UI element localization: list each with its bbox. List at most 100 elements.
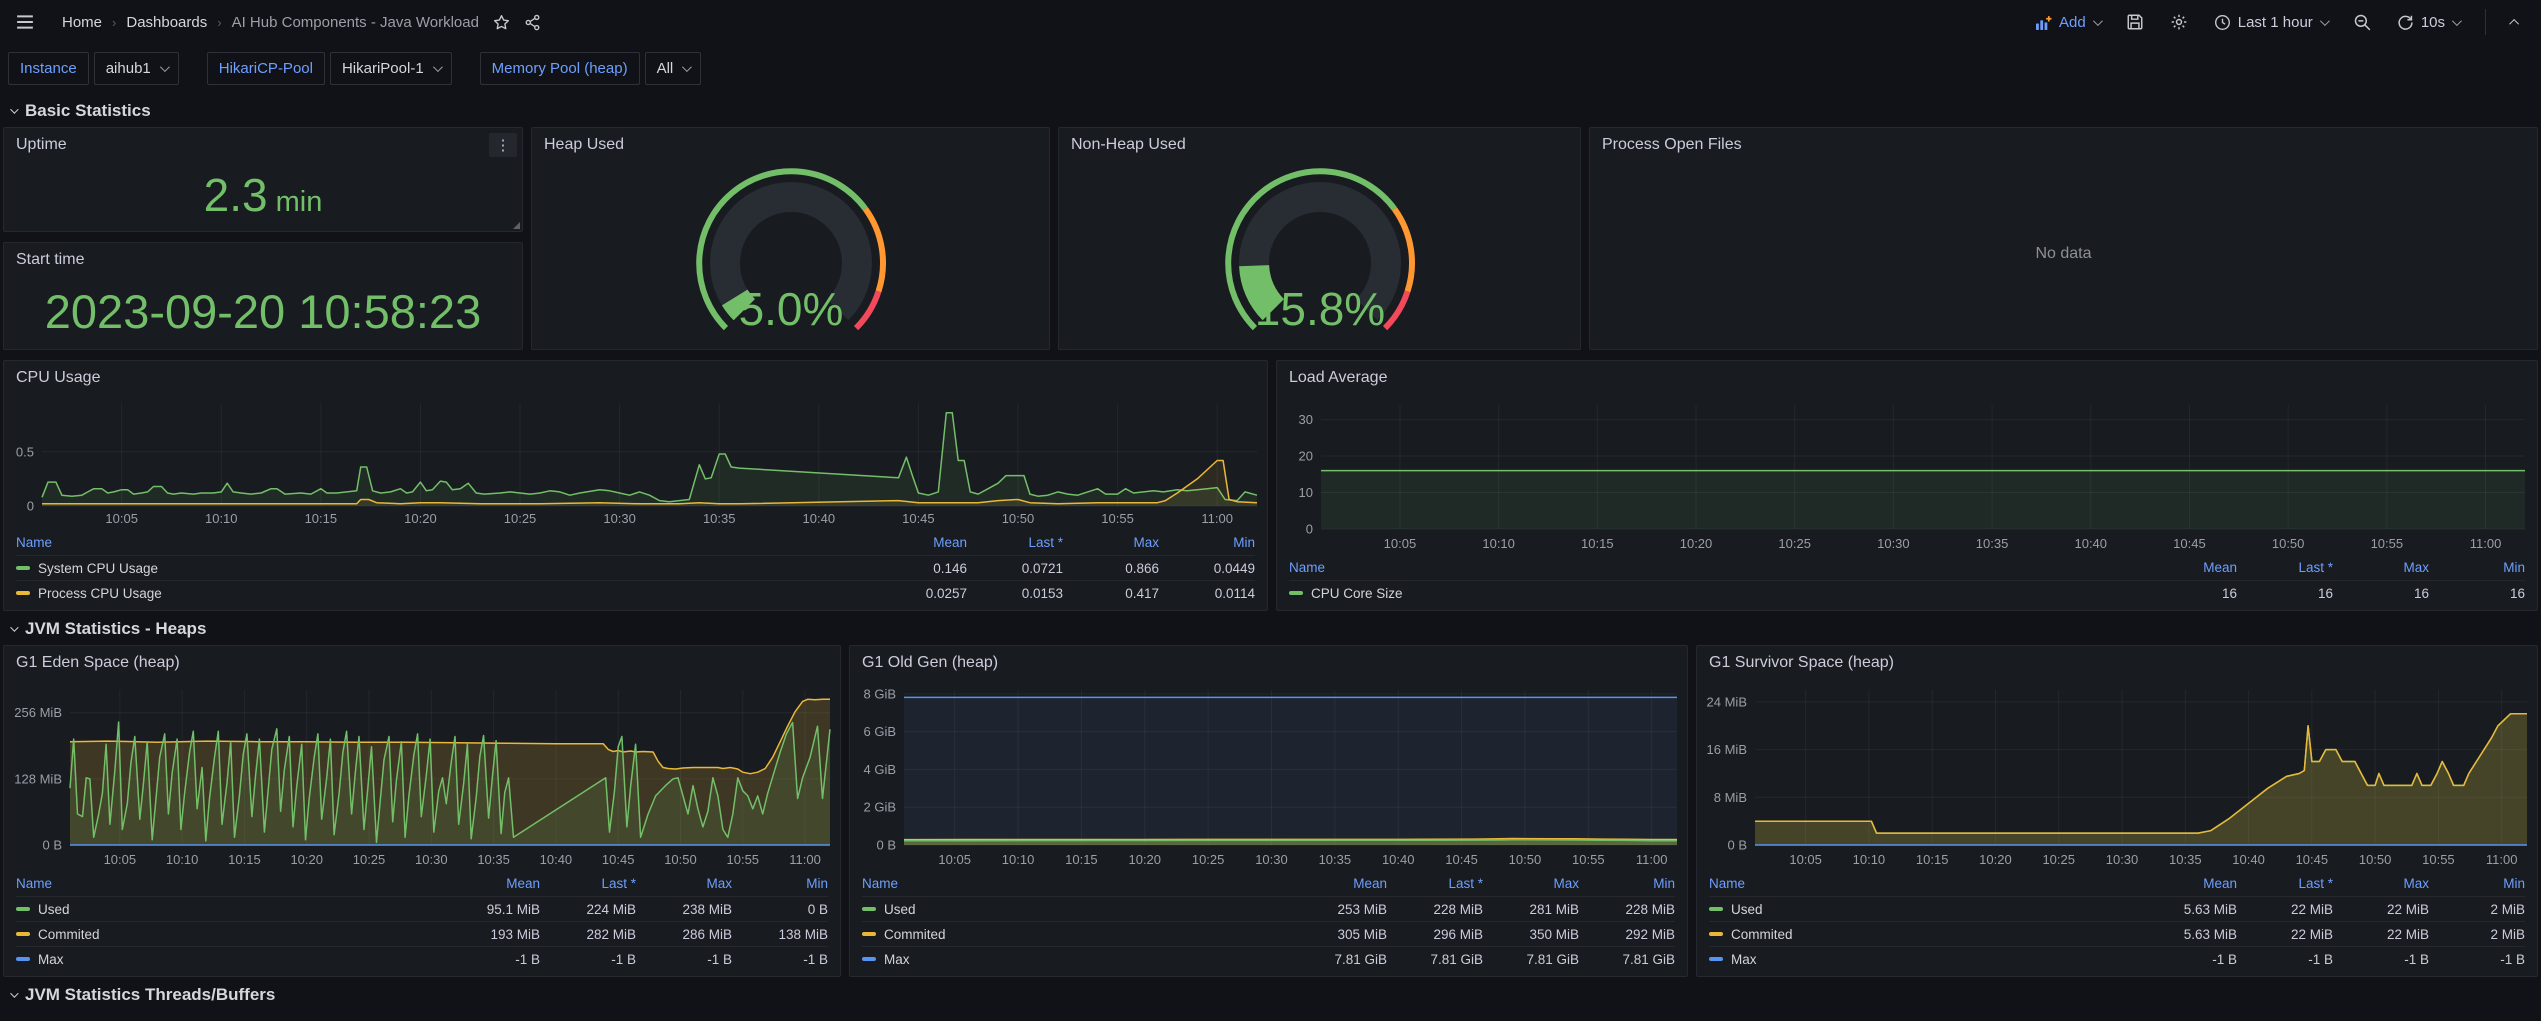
series-stat-value: -1 B xyxy=(2141,952,2237,967)
series-name[interactable]: System CPU Usage xyxy=(38,561,158,576)
heap-used-gauge: 5.0% xyxy=(646,158,936,350)
breadcrumb-dashboards[interactable]: Dashboards xyxy=(126,14,207,31)
cpu-usage-chart[interactable]: 10:0510:1010:1510:2010:2510:3010:3510:40… xyxy=(4,391,1267,530)
hikaricp-filter-select[interactable]: HikariPool-1 xyxy=(330,52,452,85)
svg-text:10:20: 10:20 xyxy=(1680,536,1713,551)
section-jvm-heaps[interactable]: JVM Statistics - Heaps xyxy=(0,611,2541,645)
svg-text:20: 20 xyxy=(1299,449,1313,464)
svg-text:10:45: 10:45 xyxy=(902,511,935,526)
series-name[interactable]: Used xyxy=(884,902,916,917)
series-name[interactable]: CPU Core Size xyxy=(1311,586,1403,601)
star-icon[interactable] xyxy=(493,14,510,31)
series-stat-value: 0.0114 xyxy=(1159,586,1255,601)
svg-text:10:05: 10:05 xyxy=(1789,852,1822,867)
svg-text:10:55: 10:55 xyxy=(1101,511,1134,526)
svg-text:0: 0 xyxy=(27,499,34,514)
svg-text:10:35: 10:35 xyxy=(1976,536,2009,551)
g1-survivor-chart[interactable]: 10:0510:1010:1510:2010:2510:3010:3510:40… xyxy=(1697,676,2537,871)
series-stat-value: 224 MiB xyxy=(540,902,636,917)
svg-text:30: 30 xyxy=(1299,412,1313,427)
svg-text:10:30: 10:30 xyxy=(603,511,636,526)
legend-header: NameMeanLast *MaxMin xyxy=(16,871,828,896)
svg-text:11:00: 11:00 xyxy=(1636,852,1668,867)
svg-text:10:30: 10:30 xyxy=(2106,852,2139,867)
add-button[interactable]: Add xyxy=(2035,14,2100,31)
settings-gear-icon[interactable] xyxy=(2170,13,2188,31)
series-stat-value: 286 MiB xyxy=(636,927,732,942)
series-stat-value: 350 MiB xyxy=(1483,927,1579,942)
svg-text:10:15: 10:15 xyxy=(228,852,261,867)
svg-text:10:35: 10:35 xyxy=(2169,852,2202,867)
legend-header: NameMeanLast *MaxMin xyxy=(1289,555,2525,580)
menu-icon[interactable] xyxy=(16,13,34,31)
memory-pool-filter-select[interactable]: All xyxy=(645,52,702,85)
clock-icon xyxy=(2214,14,2231,31)
chevron-down-icon xyxy=(10,989,18,997)
time-range-picker[interactable]: Last 1 hour xyxy=(2214,14,2327,31)
series-stat-value: 296 MiB xyxy=(1387,927,1483,942)
svg-text:10:05: 10:05 xyxy=(105,511,138,526)
svg-text:10:10: 10:10 xyxy=(1482,536,1515,551)
series-name[interactable]: Used xyxy=(38,902,70,917)
series-color-swatch xyxy=(16,591,30,596)
panel-title: G1 Old Gen (heap) xyxy=(850,646,1687,676)
breadcrumb-home[interactable]: Home xyxy=(62,14,102,31)
series-stat-value: 5.63 MiB xyxy=(2141,902,2237,917)
series-color-swatch xyxy=(16,957,30,962)
section-basic-statistics[interactable]: Basic Statistics xyxy=(0,93,2541,127)
legend-row: Used5.63 MiB22 MiB22 MiB2 MiB xyxy=(1709,896,2525,921)
svg-text:10:50: 10:50 xyxy=(2272,536,2305,551)
save-dashboard-icon[interactable] xyxy=(2126,13,2144,31)
chevron-down-icon xyxy=(10,623,18,631)
series-stat-value: -1 B xyxy=(444,952,540,967)
legend-header: NameMeanLast *MaxMin xyxy=(862,871,1675,896)
series-name[interactable]: Max xyxy=(884,952,910,967)
g1-eden-chart[interactable]: 10:0510:1010:1510:2010:2510:3010:3510:40… xyxy=(4,676,840,871)
svg-text:10:40: 10:40 xyxy=(540,852,573,867)
series-name[interactable]: Commited xyxy=(38,927,100,942)
series-name[interactable]: Process CPU Usage xyxy=(38,586,162,601)
share-icon[interactable] xyxy=(524,14,541,31)
breadcrumb: Home › Dashboards › AI Hub Components - … xyxy=(62,14,479,31)
legend-row: Used253 MiB228 MiB281 MiB228 MiB xyxy=(862,896,1675,921)
collapse-nav-icon[interactable] xyxy=(2512,19,2519,26)
chevron-down-icon xyxy=(2093,16,2103,26)
hikaricp-filter-label: HikariCP-Pool xyxy=(207,52,325,85)
series-name[interactable]: Commited xyxy=(1731,927,1793,942)
legend-row: Commited5.63 MiB22 MiB22 MiB2 MiB xyxy=(1709,921,2525,946)
svg-text:10:35: 10:35 xyxy=(477,852,510,867)
instance-filter-select[interactable]: aihub1 xyxy=(94,52,179,85)
svg-text:10:40: 10:40 xyxy=(2232,852,2265,867)
svg-text:10:55: 10:55 xyxy=(2422,852,2455,867)
svg-text:8 MiB: 8 MiB xyxy=(1714,790,1747,805)
series-name[interactable]: Max xyxy=(38,952,64,967)
panel-menu-icon[interactable]: ⋮ xyxy=(489,133,517,157)
section-jvm-threads-buffers[interactable]: JVM Statistics Threads/Buffers xyxy=(0,977,2541,1011)
svg-text:10:20: 10:20 xyxy=(1979,852,2012,867)
svg-text:10:05: 10:05 xyxy=(1384,536,1417,551)
series-stat-value: 0.0449 xyxy=(1159,561,1255,576)
svg-text:0: 0 xyxy=(1306,522,1313,537)
legend-row: Max-1 B-1 B-1 B-1 B xyxy=(16,946,828,971)
series-name[interactable]: Commited xyxy=(884,927,946,942)
series-color-swatch xyxy=(1709,957,1723,962)
g1-old-gen-chart[interactable]: 10:0510:1010:1510:2010:2510:3010:3510:40… xyxy=(850,676,1687,871)
series-stat-value: 16 xyxy=(2141,586,2237,601)
breadcrumb-separator: › xyxy=(112,15,116,30)
svg-text:10:10: 10:10 xyxy=(1853,852,1886,867)
refresh-picker[interactable]: 10s xyxy=(2397,14,2459,31)
panel-uptime: Uptime ⋮ 2.3min xyxy=(3,127,523,232)
svg-text:10:40: 10:40 xyxy=(1382,852,1415,867)
svg-text:10:55: 10:55 xyxy=(727,852,760,867)
svg-text:0 B: 0 B xyxy=(42,838,62,853)
series-name[interactable]: Used xyxy=(1731,902,1763,917)
series-name[interactable]: Max xyxy=(1731,952,1757,967)
load-average-chart[interactable]: 10:0510:1010:1510:2010:2510:3010:3510:40… xyxy=(1277,391,2537,555)
svg-text:10:20: 10:20 xyxy=(404,511,437,526)
svg-text:2 GiB: 2 GiB xyxy=(863,800,896,815)
zoom-out-icon[interactable] xyxy=(2353,13,2371,31)
series-stat-value: 292 MiB xyxy=(1579,927,1675,942)
svg-text:10:25: 10:25 xyxy=(1778,536,1811,551)
panel-resize-handle[interactable] xyxy=(513,222,520,229)
series-stat-value: 0.0721 xyxy=(967,561,1063,576)
